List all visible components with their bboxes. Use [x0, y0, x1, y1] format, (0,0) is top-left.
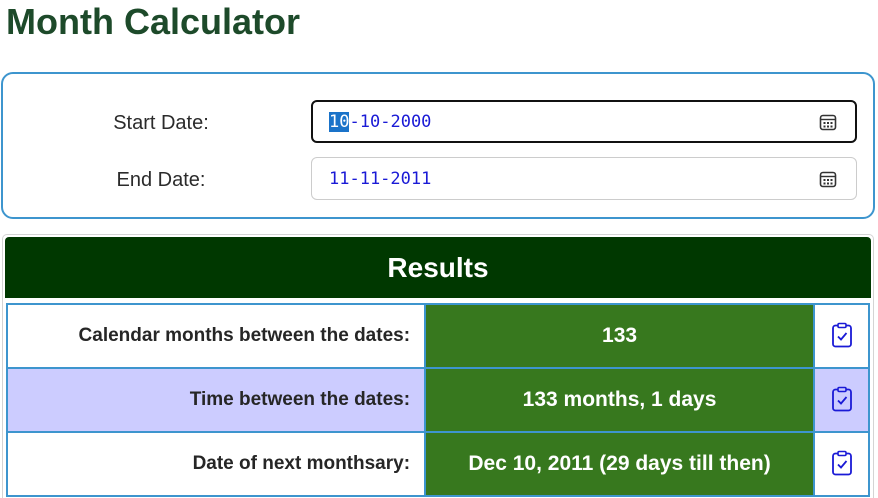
end-date-input[interactable]: 11-11-2011 — [311, 157, 857, 200]
start-date-label: Start Date: — [113, 112, 209, 134]
calendar-icon[interactable] — [818, 169, 838, 189]
start-date-separator: - — [349, 111, 360, 132]
clipboard-check-icon[interactable] — [828, 384, 856, 414]
end-date-label: End Date: — [116, 169, 206, 191]
start-date-separator: - — [380, 111, 391, 132]
result-label: Date of next monthsary: — [5, 431, 427, 497]
start-date-day-segment[interactable]: 10 — [360, 112, 380, 132]
result-label: Time between the dates: — [5, 367, 427, 433]
result-label: Calendar months between the dates: — [5, 303, 427, 369]
page-title: Month Calculator — [6, 1, 300, 42]
result-row-calendar-months: Calendar months between the dates: 133 — [5, 303, 870, 369]
result-row-time-between: Time between the dates: 133 months, 1 da… — [5, 367, 870, 433]
clipboard-check-icon[interactable] — [828, 448, 856, 478]
results-header: Results — [5, 237, 871, 298]
results-panel: Results Calendar months between the date… — [2, 234, 874, 498]
end-date-value: 11-11-2011 — [329, 168, 432, 189]
result-value: Dec 10, 2011 (29 days till then) — [424, 431, 816, 497]
start-date-month-segment[interactable]: 10 — [329, 111, 350, 132]
clipboard-check-icon[interactable] — [828, 320, 856, 350]
results-table: Calendar months between the dates: 133 T… — [5, 303, 870, 497]
calendar-icon[interactable] — [818, 112, 838, 132]
result-value: 133 months, 1 days — [424, 367, 816, 433]
date-input-panel: Start Date: 10-10-2000 End Date: 11-11-2… — [1, 72, 875, 219]
start-date-input[interactable]: 10-10-2000 — [311, 100, 857, 143]
start-date-year-segment[interactable]: 2000 — [390, 112, 431, 132]
result-value: 133 — [424, 303, 816, 369]
result-row-next-monthsary: Date of next monthsary: Dec 10, 2011 (29… — [5, 431, 870, 497]
